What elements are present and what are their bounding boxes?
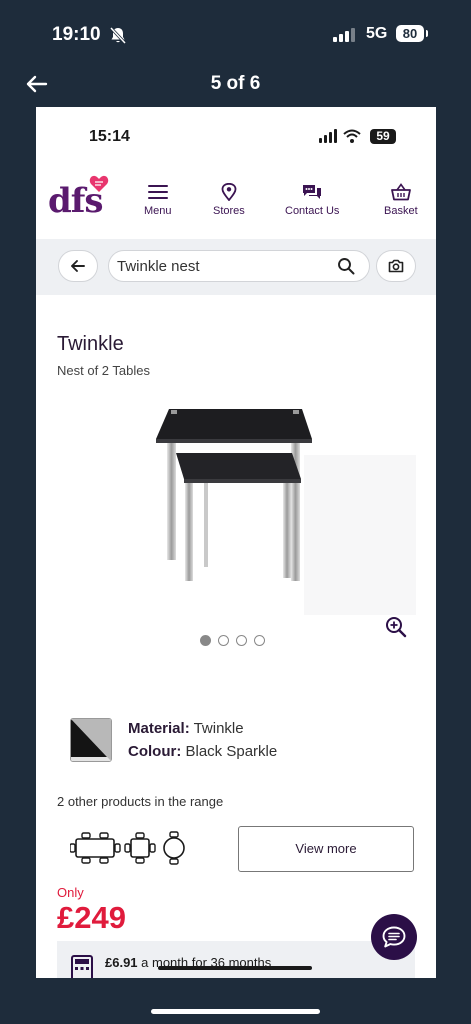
bell-off-icon [110,27,126,44]
location-pin-icon [221,183,237,201]
product-price: £249 [57,900,126,935]
chat-button[interactable] [371,914,417,960]
product-subtitle: Nest of 2 Tables [57,363,150,378]
swatch-image [71,719,111,761]
nav-stores-label: Stores [213,205,245,217]
finance-amount: £6.91 [105,955,138,970]
range-info: 2 other products in the range [57,794,224,809]
camera-search-button[interactable] [376,250,416,282]
product-title: Twinkle [57,333,124,355]
signal-wifi-icons [319,129,361,143]
search-back-button[interactable] [58,250,98,282]
logo-heart-icon [89,175,109,192]
camera-icon [388,259,404,273]
back-arrow-icon [71,260,85,272]
view-more-button[interactable]: View more [238,826,414,872]
chat-bubbles-icon [303,185,322,199]
nav-basket[interactable]: Basket [384,183,418,217]
nav-basket-label: Basket [384,205,418,217]
inner-time: 15:14 [89,128,130,145]
search-icon[interactable] [337,257,355,275]
carousel-dot[interactable] [236,635,247,646]
colour-spec: Colour: Black Sparkle [128,743,277,760]
material-value: Twinkle [189,720,244,737]
basket-icon [390,183,411,201]
site-header: dfs Menu Stores Contact Us Basket [36,167,436,239]
battery-indicator: 80 [396,25,428,42]
menu-icon [147,185,168,199]
image-pager: 5 of 6 [210,73,261,94]
finance-banner[interactable]: £6.91 a month for 36 months [57,941,415,978]
nav-menu-label: Menu [144,205,172,217]
carousel-dot[interactable] [254,635,265,646]
colour-label: Colour: [128,743,182,760]
material-label: Material: [128,720,190,737]
search-input[interactable] [117,251,327,281]
network-type: 5G [366,25,388,42]
colour-swatch[interactable] [70,718,112,762]
zoom-in-icon[interactable] [385,616,407,638]
nav-stores[interactable]: Stores [213,183,245,217]
inner-battery-indicator: 59 [370,129,396,144]
product-image[interactable] [146,397,416,617]
nav-menu[interactable]: Menu [144,183,172,217]
search-bar [36,239,436,295]
image-carousel-dots [200,633,272,651]
chat-icon [382,926,406,948]
screenshot-view: 15:14 59 dfs Menu Stores Contact Us Bask… [36,107,436,978]
home-indicator[interactable] [151,1009,320,1014]
inner-status-bar: 15:14 59 [36,107,436,167]
material-spec: Material: Twinkle [128,720,244,737]
nav-contact-us-label: Contact Us [285,205,340,217]
carousel-dot[interactable] [218,635,229,646]
range-table-icons[interactable] [70,831,188,865]
inner-home-indicator [158,966,312,970]
outer-time: 19:10 [52,24,101,45]
carousel-dot[interactable] [200,635,211,646]
search-field[interactable] [108,250,370,282]
calculator-icon [71,955,93,978]
outer-status-bar: 19:10 5G 80 [0,0,471,68]
nav-contact-us[interactable]: Contact Us [285,183,339,217]
colour-value: Black Sparkle [181,743,278,760]
price-prefix: Only [57,885,84,900]
signal-icon [333,28,355,42]
